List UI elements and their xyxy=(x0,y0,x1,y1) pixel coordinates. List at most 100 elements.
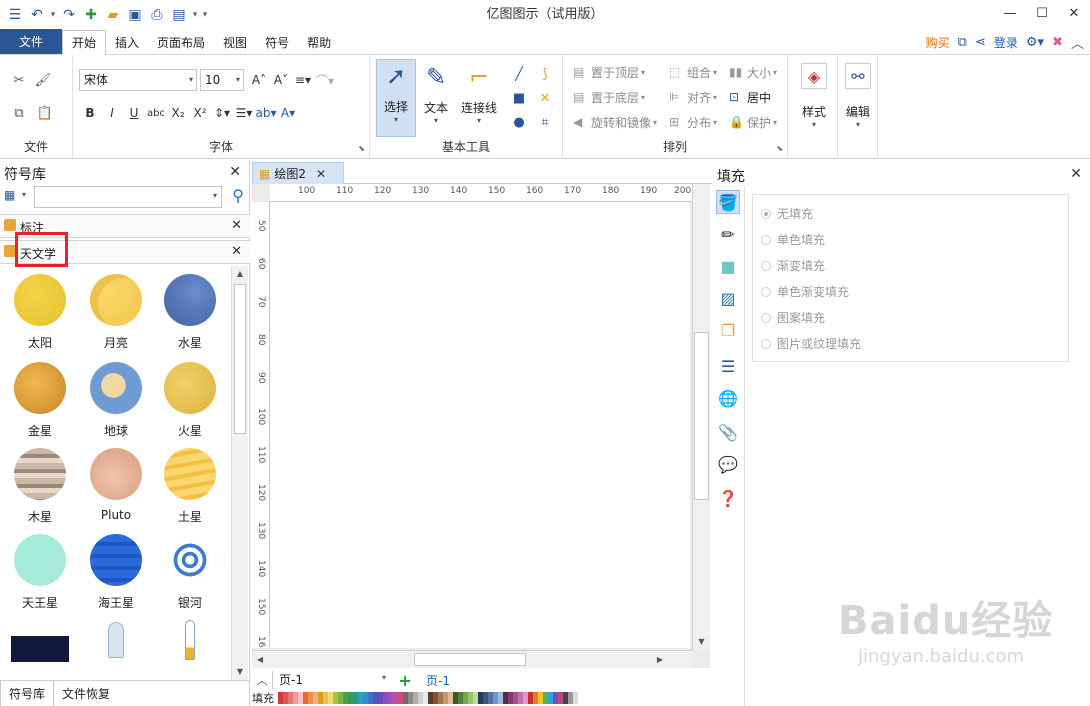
color-swatches[interactable] xyxy=(278,692,578,704)
line-spacing-icon[interactable]: ⇕▾ xyxy=(211,102,233,124)
export-icon[interactable]: ▤ xyxy=(168,4,190,26)
close-icon[interactable]: ✕ xyxy=(229,164,241,180)
fill-option-gradient[interactable]: 渐变填充 xyxy=(761,257,825,274)
line-tool-icon[interactable]: ╱ xyxy=(508,63,530,85)
strikethrough-icon[interactable]: abc xyxy=(145,102,167,124)
symbol-jupiter[interactable]: 木星 xyxy=(0,440,80,526)
canvas-horizontal-scrollbar[interactable]: ◀ ▶ xyxy=(252,650,692,668)
fill-option-pattern[interactable]: 图案填充 xyxy=(761,309,825,326)
fill-option-none[interactable]: 无填充 xyxy=(761,205,813,222)
print-icon[interactable]: ⎙ xyxy=(146,4,168,26)
scroll-right-icon[interactable]: ▶ xyxy=(652,651,668,668)
rectangle-tool-icon[interactable]: ■ xyxy=(508,87,530,109)
scroll-thumb[interactable] xyxy=(234,284,246,434)
symbol-sun[interactable]: 太阳 xyxy=(0,266,80,352)
undo-dropdown-icon[interactable]: ▾ xyxy=(48,4,58,26)
radio-button[interactable] xyxy=(761,286,771,297)
scroll-up-icon[interactable]: ▲ xyxy=(232,266,248,282)
close-icon[interactable]: ✕ xyxy=(1070,166,1082,182)
globe-link-icon[interactable]: 🌐 xyxy=(716,386,740,410)
redo-icon[interactable]: ↷ xyxy=(58,4,80,26)
copy-icon[interactable]: ⧉ xyxy=(8,102,30,124)
edit-button[interactable]: ⚯ 编辑 ▾ xyxy=(838,63,878,129)
add-page-icon[interactable]: + xyxy=(390,671,420,690)
collapse-ribbon-icon[interactable]: ︿ xyxy=(1071,33,1084,52)
app-menu-icon[interactable]: ☰ xyxy=(4,4,26,26)
symbol-mercury[interactable]: 水星 xyxy=(150,266,230,352)
radio-button[interactable] xyxy=(761,260,771,271)
page-selector[interactable]: 页-1 ▾ xyxy=(272,671,390,689)
scroll-down-icon[interactable]: ▼ xyxy=(693,634,710,650)
attachment-icon[interactable]: 📎 xyxy=(716,420,740,444)
radio-button[interactable] xyxy=(761,312,771,323)
font-color-icon[interactable]: A▾ xyxy=(277,102,299,124)
connector-tool-button[interactable]: ⌐ 连接线 ▾ xyxy=(456,61,502,125)
distribute-button[interactable]: ⊞ 分布 ▾ xyxy=(669,111,717,133)
size-button[interactable]: ▮▮ 大小 ▾ xyxy=(729,61,777,83)
open-folder-icon[interactable]: ▰ xyxy=(102,4,124,26)
arrange-dialog-launcher-icon[interactable]: ⬊ xyxy=(776,144,783,153)
fill-option-solid[interactable]: 单色填充 xyxy=(761,231,825,248)
group-button[interactable]: ⬚ 组合 ▾ xyxy=(669,61,717,83)
protect-button[interactable]: 🔒 保护 ▾ xyxy=(729,111,777,133)
scroll-thumb[interactable] xyxy=(414,653,526,666)
maximize-button[interactable]: ☐ xyxy=(1026,0,1058,26)
tab-insert[interactable]: 插入 xyxy=(106,30,148,54)
symbol-earth[interactable]: 地球 xyxy=(76,354,156,440)
tab-help[interactable]: 帮助 xyxy=(298,30,340,54)
radio-button[interactable] xyxy=(761,234,771,245)
shadow-icon[interactable]: ■ xyxy=(716,254,740,278)
bullets-icon[interactable]: ☰▾ xyxy=(233,102,255,124)
cut-icon[interactable]: ✂ xyxy=(8,69,30,91)
align-button[interactable]: ⊫ 对齐 ▾ xyxy=(669,86,717,108)
radio-button[interactable] xyxy=(761,208,771,219)
send-to-back-button[interactable]: ▤ 置于底层 ▾ xyxy=(573,86,645,108)
app-logo-icon[interactable]: ✖ xyxy=(1052,35,1063,50)
color-swatch[interactable] xyxy=(573,692,578,704)
radio-button[interactable] xyxy=(761,338,771,349)
scroll-left-icon[interactable]: ◀ xyxy=(252,651,268,668)
comment-icon[interactable]: 💬 xyxy=(716,452,740,476)
close-icon[interactable]: ✕ xyxy=(316,167,326,181)
select-tool-button[interactable]: ➚ 选择 ▾ xyxy=(376,59,416,137)
symbol-neptune[interactable]: 海王星 xyxy=(76,526,156,612)
symbol-rocket[interactable] xyxy=(150,612,230,680)
shrink-font-icon[interactable]: A˅ xyxy=(270,69,292,91)
subscript-icon[interactable]: X₂ xyxy=(167,102,189,124)
rotate-mirror-button[interactable]: ◀ 旋转和镜像 ▾ xyxy=(573,111,657,133)
document-list-icon[interactable]: ☰ xyxy=(716,354,740,378)
tab-symbols[interactable]: 符号 xyxy=(256,30,298,54)
share-window-icon[interactable]: ⧉ xyxy=(958,35,967,50)
bring-to-front-button[interactable]: ▤ 置于顶层 ▾ xyxy=(573,61,645,83)
close-window-button[interactable]: ✕ xyxy=(1058,0,1090,26)
customize-toolbar-icon[interactable]: ▾ xyxy=(200,4,210,26)
login-link[interactable]: 登录 xyxy=(994,34,1018,51)
text-tool-button[interactable]: ✎ 文本 ▾ xyxy=(416,61,456,125)
grow-font-icon[interactable]: A˄ xyxy=(248,69,270,91)
font-name-select[interactable]: 宋体 ▾ xyxy=(79,69,197,91)
fill-option-single-gradient[interactable]: 单色渐变填充 xyxy=(761,283,849,300)
search-icon[interactable]: ⚲ xyxy=(232,186,244,205)
scroll-down-icon[interactable]: ▼ xyxy=(232,664,248,680)
tab-file-recovery[interactable]: 文件恢复 xyxy=(54,681,118,706)
symbol-moon[interactable]: 月亮 xyxy=(76,266,156,352)
tab-symbol-library[interactable]: 符号库 xyxy=(0,680,55,706)
symbol-uranus[interactable]: 天王星 xyxy=(0,526,80,612)
save-icon[interactable]: ▣ xyxy=(124,4,146,26)
symbol-grid-scrollbar[interactable]: ▲ ▼ xyxy=(231,266,248,680)
tab-view[interactable]: 视图 xyxy=(214,30,256,54)
undo-icon[interactable]: ↶ xyxy=(26,4,48,26)
text-highlight-icon[interactable]: ab▾ xyxy=(255,102,277,124)
crop-tool-icon[interactable]: ⌗ xyxy=(534,111,556,133)
image-icon[interactable]: ▨ xyxy=(716,286,740,310)
format-painter-icon[interactable]: 🖌 xyxy=(32,69,54,91)
canvas-vertical-scrollbar[interactable]: ▼ xyxy=(692,184,710,650)
symbol-pluto[interactable]: Pluto xyxy=(76,440,156,526)
page-tab[interactable]: 页-1 xyxy=(420,672,456,689)
tab-home[interactable]: 开始 xyxy=(62,30,107,55)
font-size-select[interactable]: 10 ▾ xyxy=(200,69,244,91)
underline-icon[interactable]: U xyxy=(123,102,145,124)
file-menu-tab[interactable]: 文件 xyxy=(0,29,62,54)
export-dropdown-icon[interactable]: ▾ xyxy=(190,4,200,26)
fill-bucket-icon[interactable]: 🪣 xyxy=(716,190,740,214)
